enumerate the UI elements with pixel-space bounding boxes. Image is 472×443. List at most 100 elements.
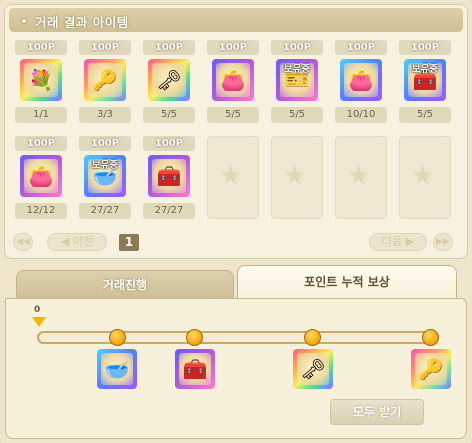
trade-result-panel: 거래 결과 아이템 100P 💐 1/1 100P 🔑 3/3 100P 🗝 5/5 100P 👛 5…: [4, 4, 468, 259]
reward-icon-frame: 🔑: [411, 349, 451, 389]
item-cell[interactable]: 100P 🎫 보유중 5/5: [269, 40, 325, 127]
reward-icon-frame: 🗝: [293, 349, 333, 389]
item-slot[interactable]: 🔑: [84, 59, 126, 101]
bullet-icon: [21, 18, 27, 24]
golden-key-icon: 🗝: [156, 68, 182, 92]
item-price: 100P: [79, 136, 131, 151]
star-placeholder-icon: ★: [283, 161, 307, 191]
empty-item-cell: ★: [205, 136, 261, 223]
ingot-icon: 🥣: [104, 357, 130, 381]
item-count: 5/5: [399, 107, 451, 123]
claim-all-button[interactable]: 모두 받기: [330, 399, 424, 425]
item-slot[interactable]: 🧰 보유중: [404, 59, 446, 101]
owned-tag: 보유중: [283, 64, 311, 75]
treasure-chest-icon: 🧰: [182, 357, 208, 381]
milestone-4-icon: [422, 329, 439, 346]
item-cell[interactable]: 100P 👛 5/5: [205, 40, 261, 127]
star-placeholder-icon: ★: [347, 161, 371, 191]
title-bar: 거래 결과 아이템: [9, 8, 463, 32]
coin-pouch-icon: 👛: [220, 68, 246, 92]
item-icon-frame: 🗝: [148, 59, 190, 101]
milestone-reward[interactable]: 🔑: [411, 349, 451, 389]
reward-icon-frame: 🧰: [175, 349, 215, 389]
progress-start-label: 0: [34, 305, 41, 315]
item-count: 3/3: [79, 107, 131, 123]
item-slot[interactable]: 🗝: [148, 59, 190, 101]
item-cell[interactable]: 100P 🔑 3/3: [77, 40, 133, 127]
empty-item-cell: ★: [333, 136, 389, 223]
item-icon-frame: 🔑: [84, 59, 126, 101]
item-price: 100P: [271, 40, 323, 55]
item-count: 12/12: [15, 203, 67, 219]
item-cell[interactable]: 100P 👛 10/10: [333, 40, 389, 127]
item-price: 100P: [207, 40, 259, 55]
empty-item-cell: ★: [269, 136, 325, 223]
reward-icon-frame: 🥣: [97, 349, 137, 389]
tab-point-reward[interactable]: 포인트 누적 보상: [237, 265, 457, 299]
item-cell[interactable]: 100P 🧰 보유중 5/5: [397, 40, 453, 127]
item-icon-frame: 🧰: [148, 155, 190, 197]
item-slot[interactable]: 👛: [20, 155, 62, 197]
item-count: 5/5: [207, 107, 259, 123]
milestone-3-icon: [304, 329, 321, 346]
item-icon-frame: 🧰 보유중: [404, 59, 446, 101]
item-count: 5/5: [271, 107, 323, 123]
progress-track: [37, 331, 439, 344]
milestone-2-icon: [186, 329, 203, 346]
panel-title: 거래 결과 아이템: [35, 15, 129, 30]
owned-tag: 보유중: [91, 160, 119, 171]
item-slot[interactable]: 💐: [20, 59, 62, 101]
item-price: 100P: [143, 40, 195, 55]
item-price: 100P: [399, 40, 451, 55]
star-placeholder-icon: ★: [411, 161, 435, 191]
item-cell[interactable]: 100P 👛 12/12: [13, 136, 69, 223]
item-cell[interactable]: 100P 🥣 보유중 27/27: [77, 136, 133, 223]
item-icon-frame: 👛: [212, 59, 254, 101]
item-price: 100P: [143, 136, 195, 151]
item-count: 27/27: [79, 203, 131, 219]
tab-point-reward-label: 포인트 누적 보상: [304, 275, 390, 289]
tab-trade-progress-label: 거래진행: [102, 278, 148, 292]
item-count: 5/5: [143, 107, 195, 123]
first-page-button[interactable]: ◀◀: [13, 233, 33, 251]
coin-pouch-icon: 👛: [348, 68, 374, 92]
item-icon-frame: 💐: [20, 59, 62, 101]
item-slot[interactable]: 🧰: [148, 155, 190, 197]
magic-key-icon: 🔑: [418, 357, 444, 381]
item-icon-frame: 👛: [340, 59, 382, 101]
flower-basket-icon: 💐: [28, 68, 54, 92]
item-count: 10/10: [335, 107, 387, 123]
item-cell[interactable]: 100P 🧰 27/27: [141, 136, 197, 223]
progress-pointer-icon: [32, 317, 46, 328]
item-price: 100P: [79, 40, 131, 55]
item-count: 1/1: [15, 107, 67, 123]
item-cell[interactable]: 100P 💐 1/1: [13, 40, 69, 127]
item-icon-frame: 🎫 보유중: [276, 59, 318, 101]
item-price: 100P: [15, 136, 67, 151]
item-icon-frame: 🥣 보유중: [84, 155, 126, 197]
empty-item-cell: ★: [397, 136, 453, 223]
milestone-reward[interactable]: 🥣: [97, 349, 137, 389]
magic-key-icon: 🔑: [92, 68, 118, 92]
item-slot[interactable]: 👛: [340, 59, 382, 101]
item-slot[interactable]: 👛: [212, 59, 254, 101]
current-page-number[interactable]: 1: [119, 234, 139, 251]
item-slot[interactable]: 🎫 보유중: [276, 59, 318, 101]
owned-tag: 보유중: [411, 64, 439, 75]
treasure-chest-icon: 🧰: [156, 164, 182, 188]
item-count: 27/27: [143, 203, 195, 219]
tab-trade-progress[interactable]: 거래진행: [16, 270, 234, 298]
coin-pouch-icon: 👛: [28, 164, 54, 188]
milestone-reward[interactable]: 🧰: [175, 349, 215, 389]
item-price: 100P: [15, 40, 67, 55]
item-icon-frame: 👛: [20, 155, 62, 197]
star-placeholder-icon: ★: [219, 161, 243, 191]
pagination: ◀◀ ◀ 이전 1 다음 ▶ ▶▶: [13, 231, 461, 253]
item-price: 100P: [335, 40, 387, 55]
item-slot[interactable]: 🥣 보유중: [84, 155, 126, 197]
item-cell[interactable]: 100P 🗝 5/5: [141, 40, 197, 127]
last-page-button[interactable]: ▶▶: [433, 233, 453, 251]
milestone-reward[interactable]: 🗝: [293, 349, 333, 389]
next-page-button[interactable]: 다음 ▶: [369, 233, 427, 251]
prev-page-button[interactable]: ◀ 이전: [47, 233, 107, 251]
